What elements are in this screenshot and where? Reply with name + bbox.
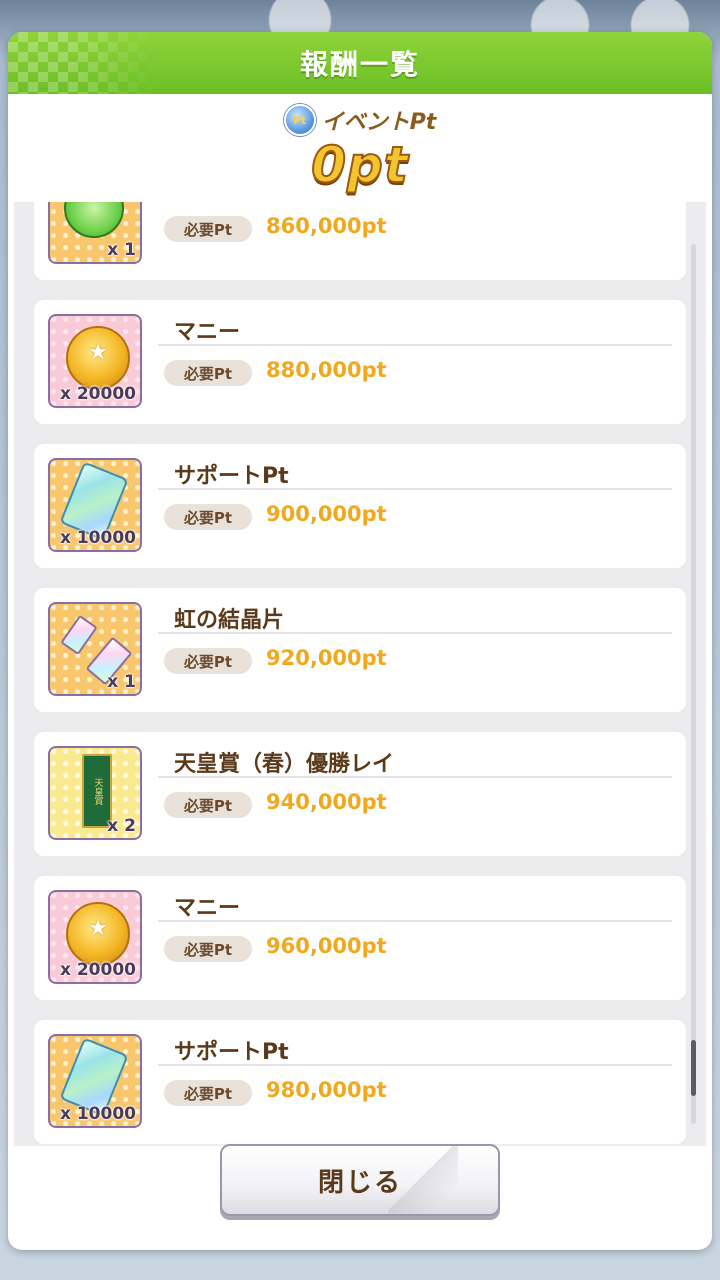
- gem-icon: [64, 202, 124, 238]
- reward-name: サポートPt: [174, 464, 289, 489]
- reward-quantity: x 2: [107, 816, 136, 836]
- reward-name: サポートPt: [174, 1040, 289, 1065]
- divider: [158, 776, 672, 778]
- dialog-title: 報酬一覧: [299, 48, 420, 81]
- event-pt-icon: Pt: [283, 104, 316, 136]
- reward-card: x 1 必要Pt 860,000pt: [34, 202, 686, 280]
- required-pt-value: 940,000pt: [266, 790, 387, 814]
- reward-name: 虹の結晶片: [174, 608, 285, 633]
- rewards-dialog: 報酬一覧 Pt イベントPt 0pt x 1 必要Pt 860,000pt x …: [8, 32, 712, 1250]
- required-pt-badge: 必要Pt: [164, 360, 252, 386]
- reward-thumb: x 1: [48, 602, 142, 696]
- reward-thumb: x 10000: [48, 458, 142, 552]
- reward-quantity: x 10000: [59, 528, 136, 548]
- reward-name: マニー: [174, 320, 241, 345]
- reward-name: 天皇賞（春）優勝レイ: [174, 752, 395, 777]
- event-points-value: 0pt: [310, 135, 409, 195]
- required-pt-value: 900,000pt: [266, 502, 387, 526]
- reward-thumb: x 10000: [48, 1034, 142, 1128]
- required-pt-value: 960,000pt: [266, 934, 387, 958]
- close-button[interactable]: 閉じる: [220, 1144, 500, 1216]
- reward-quantity: x 10000: [59, 1104, 136, 1124]
- divider: [158, 344, 672, 346]
- required-pt-value: 980,000pt: [266, 1078, 387, 1102]
- reward-card: x 10000 サポートPt 必要Pt 900,000pt: [34, 444, 686, 568]
- required-pt-badge: 必要Pt: [164, 936, 252, 962]
- reward-thumb: x 20000: [48, 314, 142, 408]
- required-pt-badge: 必要Pt: [164, 216, 252, 242]
- reward-card: x 20000 マニー 必要Pt 880,000pt: [34, 300, 686, 424]
- divider: [158, 920, 672, 922]
- reward-card: 天皇賞 x 2 天皇賞（春）優勝レイ 必要Pt 940,000pt: [34, 732, 686, 856]
- reward-name: マニー: [174, 896, 241, 921]
- event-points-title: イベントPt: [321, 110, 437, 135]
- required-pt-value: 860,000pt: [266, 214, 387, 238]
- scrollbar[interactable]: [691, 244, 696, 1124]
- reward-thumb: x 20000: [48, 890, 142, 984]
- reward-thumb: 天皇賞 x 2: [48, 746, 142, 840]
- reward-quantity: x 1: [107, 240, 136, 260]
- reward-thumb: x 1: [48, 202, 142, 264]
- reward-quantity: x 1: [107, 672, 136, 692]
- reward-card: x 10000 サポートPt 必要Pt 980,000pt: [34, 1020, 686, 1144]
- required-pt-badge: 必要Pt: [164, 1080, 252, 1106]
- reward-card: x 20000 マニー 必要Pt 960,000pt: [34, 876, 686, 1000]
- event-points-header: Pt イベントPt 0pt: [8, 94, 712, 202]
- close-button-label: 閉じる: [317, 1166, 402, 1197]
- dialog-title-bar: 報酬一覧: [8, 32, 712, 94]
- event-points-label: Pt イベントPt: [8, 104, 712, 136]
- reward-quantity: x 20000: [59, 960, 136, 980]
- coin-icon: [66, 326, 130, 390]
- reward-list[interactable]: x 1 必要Pt 860,000pt x 20000 マニー 必要Pt 880,…: [14, 202, 706, 1146]
- divider: [158, 488, 672, 490]
- scrollbar-thumb[interactable]: [691, 1040, 696, 1096]
- reward-card: x 1 虹の結晶片 必要Pt 920,000pt: [34, 588, 686, 712]
- divider: [158, 632, 672, 634]
- reward-quantity: x 20000: [59, 384, 136, 404]
- divider: [158, 1064, 672, 1066]
- required-pt-badge: 必要Pt: [164, 648, 252, 674]
- required-pt-value: 880,000pt: [266, 358, 387, 382]
- required-pt-badge: 必要Pt: [164, 792, 252, 818]
- required-pt-badge: 必要Pt: [164, 504, 252, 530]
- crystal-icon: [60, 614, 98, 656]
- coin-icon: [66, 902, 130, 966]
- required-pt-value: 920,000pt: [266, 646, 387, 670]
